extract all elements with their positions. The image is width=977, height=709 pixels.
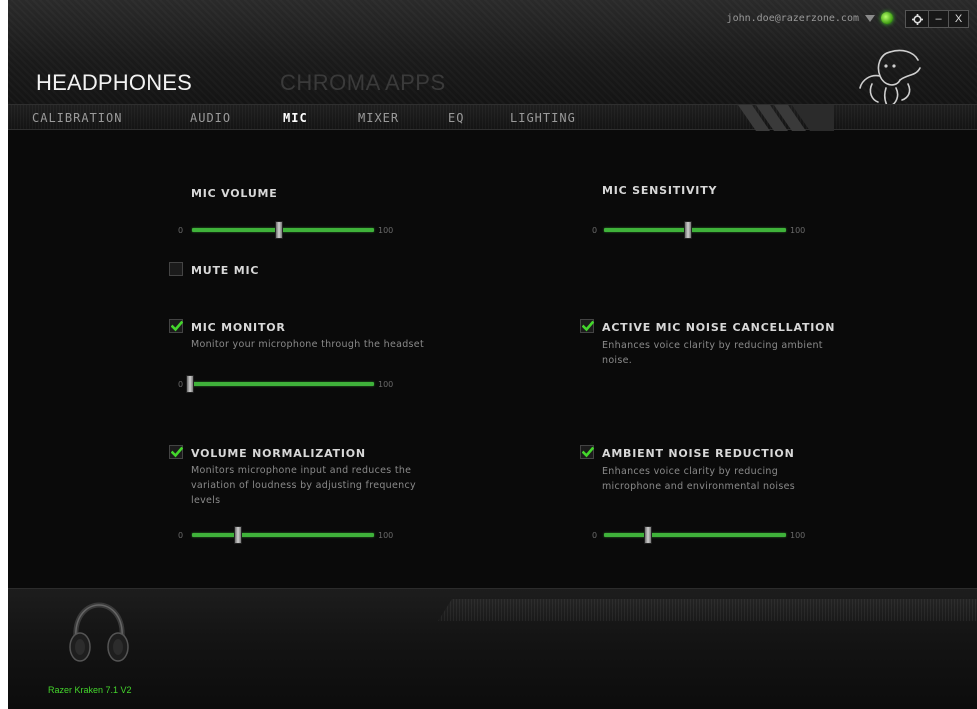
mic-sensitivity-min: 0 [592, 226, 598, 235]
headset-icon[interactable] [66, 601, 132, 665]
mic-monitor-description: Monitor your microphone through the head… [191, 339, 424, 350]
device-footer: Razer Kraken 7.1 V2 [8, 588, 977, 709]
checkmark-icon [171, 320, 183, 332]
device-name[interactable]: Razer Kraken 7.1 V2 [48, 685, 132, 695]
mic-monitor-checkbox[interactable] [169, 319, 183, 333]
slider-thumb[interactable] [185, 375, 194, 393]
mic-volume-min: 0 [178, 226, 184, 235]
ambient-noise-reduction-max: 100 [790, 531, 806, 540]
mic-monitor-max: 100 [378, 380, 394, 389]
settings-button[interactable] [906, 11, 928, 27]
slider-track[interactable] [188, 382, 374, 386]
mic-volume-max: 100 [378, 226, 394, 235]
mute-mic-label: MUTE MIC [191, 264, 260, 277]
checkmark-icon [582, 446, 594, 458]
account-area[interactable]: john.doe@razerzone.com [727, 12, 893, 24]
ambient-noise-reduction-checkbox[interactable] [580, 445, 594, 459]
volume-normalization-description-line3: levels [191, 495, 221, 506]
slider-thumb[interactable] [643, 526, 652, 544]
minimize-button[interactable]: – [928, 11, 948, 27]
close-button[interactable]: X [948, 11, 968, 27]
tab-mixer[interactable]: MIXER [358, 111, 399, 125]
mic-volume-slider[interactable] [192, 221, 374, 239]
mic-sensitivity-slider[interactable] [604, 221, 786, 239]
slider-thumb[interactable] [275, 221, 284, 239]
synapse-window: john.doe@razerzone.com – X HEADPHONES CH… [8, 0, 977, 709]
mic-sensitivity-max: 100 [790, 226, 806, 235]
noise-cancellation-description-line1: Enhances voice clarity by reducing ambie… [602, 340, 823, 351]
header: john.doe@razerzone.com – X HEADPHONES CH… [8, 0, 977, 125]
ambient-noise-reduction-description-line1: Enhances voice clarity by reducing [602, 466, 779, 477]
online-status-icon [881, 12, 893, 24]
account-email[interactable]: john.doe@razerzone.com [727, 13, 859, 24]
chroma-apps-link[interactable]: CHROMA APPS [280, 70, 446, 96]
volume-normalization-description-line1: Monitors microphone input and reduces th… [191, 465, 412, 476]
page-title: HEADPHONES [36, 70, 193, 95]
slider-track[interactable] [604, 533, 786, 537]
mic-monitor-min: 0 [178, 380, 184, 389]
ambient-noise-reduction-description-line2: microphone and environmental noises [602, 481, 795, 492]
footer-band-decoration [438, 599, 977, 621]
volume-normalization-checkbox[interactable] [169, 445, 183, 459]
tab-mic[interactable]: MIC [283, 111, 308, 125]
noise-cancellation-label: ACTIVE MIC NOISE CANCELLATION [602, 321, 836, 334]
slider-thumb[interactable] [233, 526, 242, 544]
ambient-noise-reduction-slider[interactable] [604, 526, 786, 544]
noise-cancellation-checkbox[interactable] [580, 319, 594, 333]
slider-track[interactable] [604, 228, 786, 232]
mic-sensitivity-label: MIC SENSITIVITY [602, 184, 718, 197]
tab-bar: CALIBRATION AUDIO MIC MIXER EQ LIGHTING [8, 104, 977, 131]
volume-normalization-min: 0 [178, 531, 184, 540]
volume-normalization-label: VOLUME NORMALIZATION [191, 447, 366, 460]
checkmark-icon [582, 320, 594, 332]
ambient-noise-reduction-label: AMBIENT NOISE REDUCTION [602, 447, 795, 460]
volume-normalization-max: 100 [378, 531, 394, 540]
gear-icon [911, 13, 923, 25]
volume-normalization-description-line2: variation of loudness by adjusting frequ… [191, 480, 416, 491]
tab-eq[interactable]: EQ [448, 111, 464, 125]
mic-volume-label: MIC VOLUME [191, 187, 278, 200]
noise-cancellation-description-line2: noise. [602, 355, 633, 366]
tab-audio[interactable]: AUDIO [190, 111, 231, 125]
mute-mic-checkbox[interactable] [169, 262, 183, 276]
volume-normalization-slider[interactable] [192, 526, 374, 544]
mic-monitor-label: MIC MONITOR [191, 321, 286, 334]
slider-thumb[interactable] [683, 221, 692, 239]
tab-calibration[interactable]: CALIBRATION [32, 111, 122, 125]
chevron-down-icon[interactable] [865, 14, 875, 22]
tab-lighting[interactable]: LIGHTING [510, 111, 576, 125]
checkmark-icon [171, 446, 183, 458]
window-controls: – X [905, 10, 969, 28]
slider-track[interactable] [192, 533, 374, 537]
mic-monitor-slider[interactable] [185, 375, 374, 393]
stripes-decoration [738, 105, 834, 131]
ambient-noise-reduction-min: 0 [592, 531, 598, 540]
